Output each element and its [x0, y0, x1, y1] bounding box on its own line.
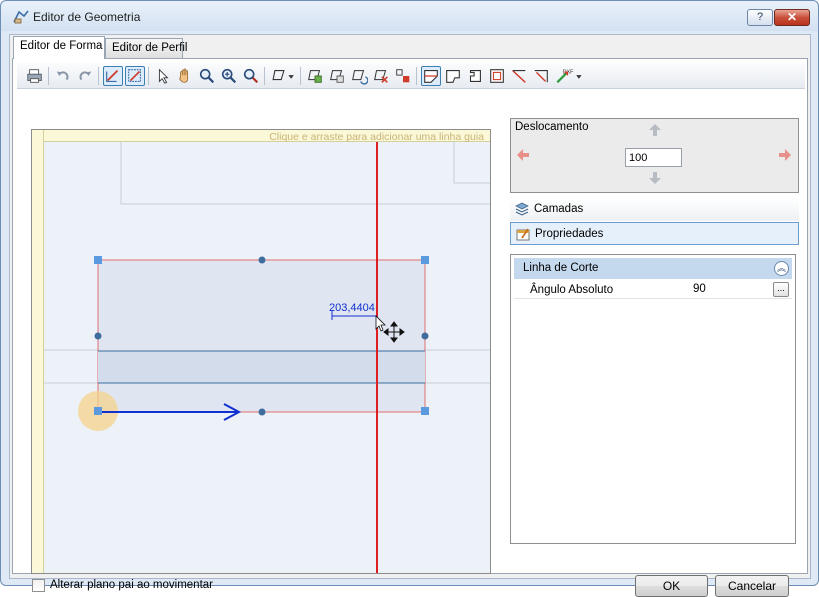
move-cursor-icon	[383, 321, 405, 343]
handle-top-left[interactable]	[94, 256, 102, 264]
property-grid: Linha de Corte ︽ Ângulo Absoluto 90 ...	[510, 254, 796, 544]
geometry-editor-icon	[13, 10, 29, 24]
arrow-up-icon[interactable]	[647, 122, 663, 138]
cancel-button[interactable]: Cancelar	[715, 575, 789, 597]
handle-right-mid[interactable]	[421, 332, 429, 340]
property-group-title: Linha de Corte	[523, 262, 599, 274]
measurement-label: 203,4404	[329, 302, 375, 314]
shape-editor-pane: DXF Clique e arraste para adicionar uma …	[12, 58, 808, 574]
reparent-checkbox-label: Alterar plano pai ao movimentar	[50, 579, 213, 591]
redo-icon[interactable]	[75, 66, 95, 86]
layers-icon	[515, 202, 529, 216]
offset-label: Deslocamento	[515, 121, 589, 133]
window-title: Editor de Geometria	[33, 10, 141, 24]
snap-grid-icon[interactable]	[125, 66, 145, 86]
arrow-right-icon[interactable]	[777, 147, 793, 163]
handle-bottom-mid[interactable]	[258, 408, 266, 416]
draw-line-icon[interactable]	[103, 66, 123, 86]
cut-diagonal-icon[interactable]	[509, 66, 529, 86]
zoom-in-icon[interactable]	[219, 66, 239, 86]
undo-icon[interactable]	[53, 66, 73, 86]
geometry-canvas[interactable]: Clique e arraste para adicionar uma linh…	[31, 129, 491, 574]
ok-button[interactable]: OK	[635, 575, 708, 597]
property-row[interactable]: Ângulo Absoluto 90 ...	[514, 281, 792, 299]
handle-bottom-left[interactable]	[94, 407, 102, 415]
properties-label: Propriedades	[535, 228, 604, 240]
zoom-icon[interactable]	[197, 66, 217, 86]
delete-shape-icon[interactable]	[371, 66, 391, 86]
property-value[interactable]: 90	[693, 283, 706, 295]
edge-icon[interactable]	[393, 66, 413, 86]
property-ellipsis-button[interactable]: ...	[773, 282, 789, 297]
property-group-header[interactable]: Linha de Corte ︽	[514, 258, 792, 279]
tab-editor-de-perfil[interactable]: Editor de Perfil	[105, 38, 187, 59]
select-pointer-icon[interactable]	[153, 66, 173, 86]
remove-vertex-icon[interactable]	[327, 66, 347, 86]
tab-editor-de-forma[interactable]: Editor de Forma	[13, 36, 105, 59]
zoom-fit-icon[interactable]	[241, 66, 261, 86]
dialog-client: Editor de Forma Editor de Perfil Clique …	[9, 34, 811, 597]
print-icon[interactable]	[25, 66, 45, 86]
layers-label: Camadas	[534, 203, 584, 215]
help-button[interactable]: ?	[747, 9, 773, 26]
shape-dropdown-icon[interactable]	[269, 66, 297, 86]
cut-frame-icon[interactable]	[487, 66, 507, 86]
offset-panel: Deslocamento	[510, 118, 799, 193]
title-bar[interactable]: Editor de Geometria ? ✕	[1, 1, 818, 31]
arrow-down-icon[interactable]	[647, 170, 663, 186]
editor-window: Editor de Geometria ? ✕ Editor de Forma …	[0, 0, 819, 597]
offset-input[interactable]	[625, 148, 682, 167]
rotate-shape-icon[interactable]	[349, 66, 369, 86]
arrow-left-icon[interactable]	[515, 147, 531, 163]
dxf-export-icon[interactable]: DXF	[553, 66, 585, 86]
direction-arrow	[102, 403, 242, 421]
handle-top-right[interactable]	[421, 256, 429, 264]
add-vertex-icon[interactable]	[305, 66, 325, 86]
property-name: Ângulo Absoluto	[530, 284, 614, 296]
cut-left-icon[interactable]	[443, 66, 463, 86]
cut-right-icon[interactable]	[465, 66, 485, 86]
properties-panel-header[interactable]: Propriedades	[510, 222, 799, 245]
handle-left-mid[interactable]	[94, 332, 102, 340]
pan-hand-icon[interactable]	[175, 66, 195, 86]
layers-panel-header[interactable]: Camadas	[510, 198, 799, 221]
properties-icon	[516, 228, 530, 241]
close-button[interactable]: ✕	[774, 9, 810, 26]
cut-corner-icon[interactable]	[531, 66, 551, 86]
collapse-icon[interactable]: ︽	[774, 261, 789, 276]
cut-profile-icon[interactable]	[421, 66, 441, 86]
handle-top-mid[interactable]	[258, 256, 266, 264]
toolbar: DXF	[17, 63, 805, 89]
handle-bottom-right[interactable]	[421, 407, 429, 415]
